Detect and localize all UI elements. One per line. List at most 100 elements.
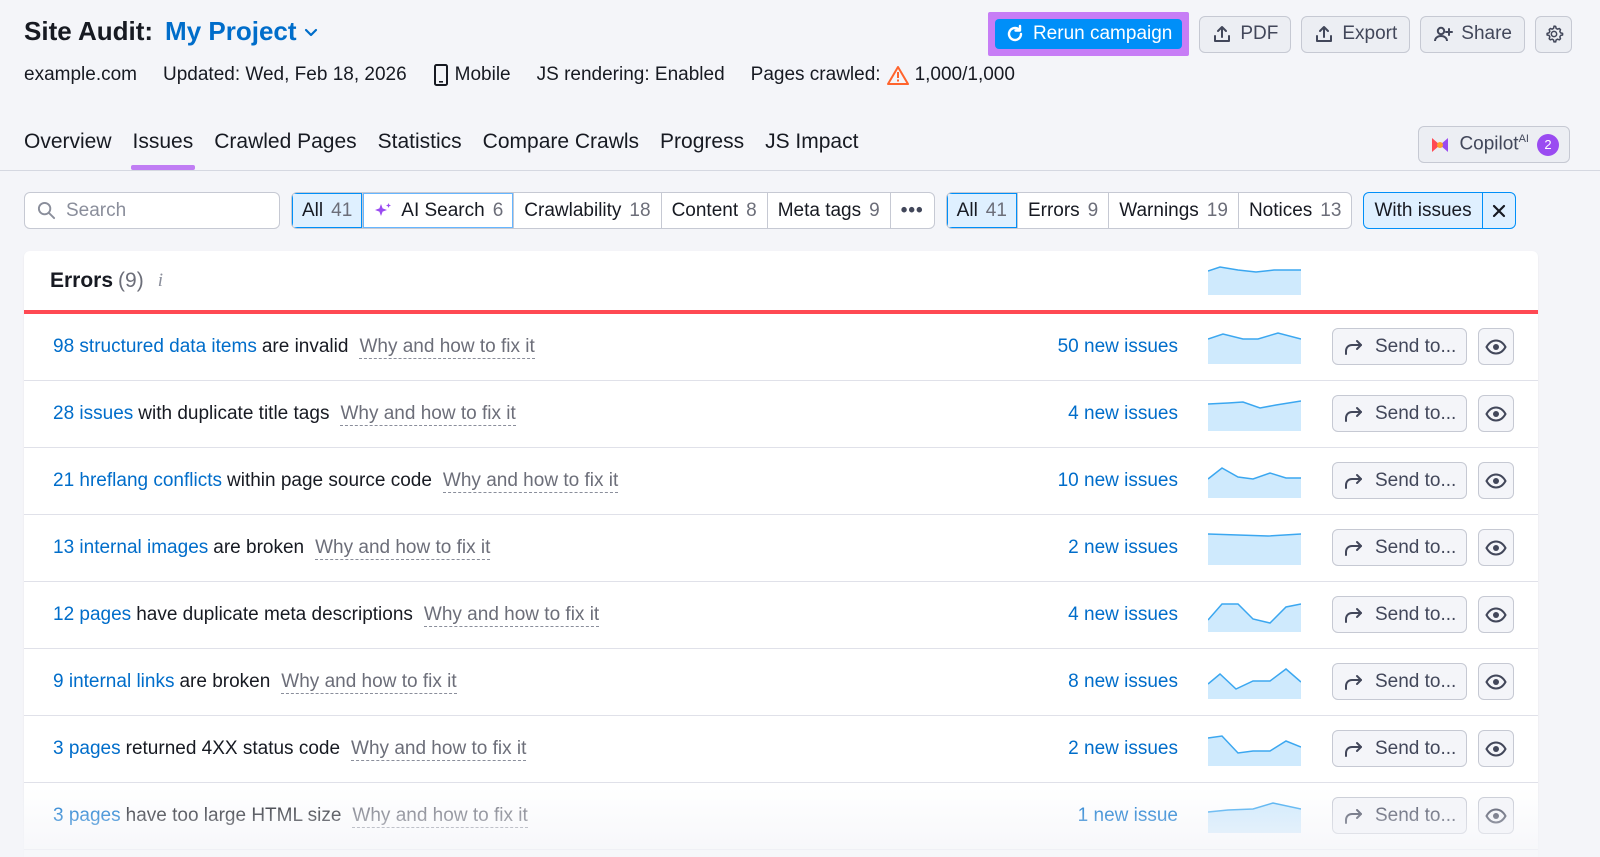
copilot-button[interactable]: CopilotAI 2	[1418, 126, 1570, 163]
send-to-button[interactable]: Send to...	[1332, 663, 1467, 700]
refresh-icon	[1007, 24, 1023, 42]
send-to-label: Send to...	[1375, 737, 1457, 759]
why-how-to-fix-link[interactable]: Why and how to fix it	[281, 671, 457, 694]
info-icon[interactable]: i	[158, 270, 163, 292]
hide-issue-button[interactable]	[1478, 596, 1514, 633]
send-to-button[interactable]: Send to...	[1332, 797, 1467, 834]
eye-icon	[1485, 405, 1507, 422]
send-to-button[interactable]: Send to...	[1332, 529, 1467, 566]
new-issues-link[interactable]: 8 new issues	[1068, 671, 1178, 693]
clear-filter-button[interactable]	[1483, 193, 1515, 228]
new-issues-link[interactable]: 4 new issues	[1068, 403, 1178, 425]
issue-link[interactable]: 98 structured data items	[53, 336, 257, 358]
export-button[interactable]: Export	[1301, 15, 1411, 53]
hide-issue-button[interactable]	[1478, 395, 1514, 432]
project-meta: example.com Updated: Wed, Feb 18, 2026 M…	[24, 64, 1041, 86]
category-ai-search[interactable]: AI Search 6	[363, 193, 515, 228]
why-how-to-fix-link[interactable]: Why and how to fix it	[352, 805, 528, 828]
issue-row: 9 internal links are broken Why and how …	[24, 649, 1538, 716]
severity-all[interactable]: All 41	[946, 193, 1018, 228]
rerun-campaign-button[interactable]: Rerun campaign	[994, 19, 1183, 49]
errors-count: (9)	[118, 268, 144, 292]
tab-overview[interactable]: Overview	[24, 130, 112, 170]
issue-row: 28 issues with duplicate title tags Why …	[24, 381, 1538, 448]
new-issues-link[interactable]: 2 new issues	[1068, 537, 1178, 559]
issue-link[interactable]: 9 internal links	[53, 671, 174, 693]
tab-crawled-pages[interactable]: Crawled Pages	[214, 130, 356, 170]
category-all[interactable]: All 41	[292, 193, 364, 228]
why-how-to-fix-link[interactable]: Why and how to fix it	[340, 403, 516, 426]
severity-warnings[interactable]: Warnings 19	[1109, 193, 1239, 228]
hide-issue-button[interactable]	[1478, 462, 1514, 499]
issue-link[interactable]: 13 internal images	[53, 537, 208, 559]
category-count: 18	[629, 199, 651, 221]
share-label: Share	[1461, 23, 1512, 44]
severity-label: Notices	[1248, 199, 1313, 221]
tab-issues[interactable]: Issues	[130, 130, 195, 170]
forward-arrow-icon	[1345, 607, 1362, 623]
tab-js-impact[interactable]: JS Impact	[765, 130, 858, 170]
severity-notices[interactable]: Notices 13	[1239, 193, 1352, 228]
why-how-to-fix-link[interactable]: Why and how to fix it	[351, 738, 527, 761]
js-rendering-label: JS rendering: Enabled	[536, 64, 725, 85]
more-categories-button[interactable]: •••	[891, 193, 934, 228]
copilot-count-badge: 2	[1537, 133, 1559, 156]
pdf-button[interactable]: PDF	[1199, 15, 1292, 53]
new-issues-link[interactable]: 1 new issue	[1078, 805, 1178, 827]
filter-bar: Search All 41 AI Search 6 Crawlability 18 C…	[24, 192, 1516, 229]
with-issues-toggle[interactable]: With issues	[1364, 193, 1483, 228]
issue-link[interactable]: 21 hreflang conflicts	[53, 470, 222, 492]
why-how-to-fix-link[interactable]: Why and how to fix it	[423, 604, 600, 627]
hide-issue-button[interactable]	[1478, 797, 1514, 834]
search-input[interactable]: Search	[24, 192, 280, 229]
search-icon	[37, 201, 56, 220]
tab-statistics[interactable]: Statistics	[378, 130, 462, 170]
tab-compare-crawls[interactable]: Compare Crawls	[483, 130, 639, 170]
send-to-button[interactable]: Send to...	[1332, 328, 1467, 365]
category-label: Meta tags	[777, 199, 862, 221]
export-label: Export	[1342, 23, 1398, 44]
main-tabs: Overview Issues Crawled Pages Statistics…	[24, 130, 858, 170]
issue-description: have too large HTML size	[125, 805, 342, 826]
issue-row: 3 pages returned 4XX status code Why and…	[24, 716, 1538, 783]
send-to-label: Send to...	[1375, 402, 1457, 424]
category-count: 8	[746, 199, 757, 221]
hide-issue-button[interactable]	[1478, 328, 1514, 365]
issue-link[interactable]: 12 pages	[53, 604, 131, 626]
send-to-button[interactable]: Send to...	[1332, 596, 1467, 633]
send-to-button[interactable]: Send to...	[1332, 395, 1467, 432]
category-count: 6	[492, 199, 504, 221]
why-how-to-fix-link[interactable]: Why and how to fix it	[315, 537, 491, 560]
issue-trend-sparkline	[1208, 603, 1301, 632]
new-issues-link[interactable]: 4 new issues	[1068, 604, 1178, 626]
issue-link[interactable]: 3 pages	[53, 738, 121, 760]
project-selector[interactable]: My Project	[165, 16, 319, 47]
hide-issue-button[interactable]	[1478, 730, 1514, 767]
hide-issue-button[interactable]	[1478, 663, 1514, 700]
gear-icon	[1545, 25, 1563, 43]
new-issues-link[interactable]: 2 new issues	[1068, 738, 1178, 760]
eye-icon	[1485, 807, 1507, 824]
pdf-label: PDF	[1240, 23, 1279, 44]
category-meta-tags[interactable]: Meta tags 9	[768, 193, 891, 228]
why-how-to-fix-link[interactable]: Why and how to fix it	[442, 470, 619, 493]
severity-errors[interactable]: Errors 9	[1018, 193, 1110, 228]
issue-link[interactable]: 3 pages	[53, 805, 121, 827]
issue-link[interactable]: 28 issues	[53, 403, 133, 425]
category-content[interactable]: Content 8	[662, 193, 768, 228]
send-to-button[interactable]: Send to...	[1332, 462, 1467, 499]
new-issues-link[interactable]: 10 new issues	[1058, 470, 1178, 492]
updated-label: Updated: Wed, Feb 18, 2026	[163, 64, 407, 85]
settings-button[interactable]	[1535, 15, 1572, 53]
issue-description: with duplicate title tags	[138, 403, 330, 424]
send-to-button[interactable]: Send to...	[1332, 730, 1467, 767]
forward-arrow-icon	[1345, 473, 1362, 489]
new-issues-link[interactable]: 50 new issues	[1058, 336, 1178, 358]
issue-trend-sparkline	[1208, 400, 1301, 431]
why-how-to-fix-link[interactable]: Why and how to fix it	[359, 336, 535, 359]
share-button[interactable]: Share	[1420, 15, 1525, 53]
hide-issue-button[interactable]	[1478, 529, 1514, 566]
category-crawlability[interactable]: Crawlability 18	[514, 193, 662, 228]
errors-header: Errors (9) i	[24, 251, 1538, 314]
tab-progress[interactable]: Progress	[660, 130, 744, 170]
